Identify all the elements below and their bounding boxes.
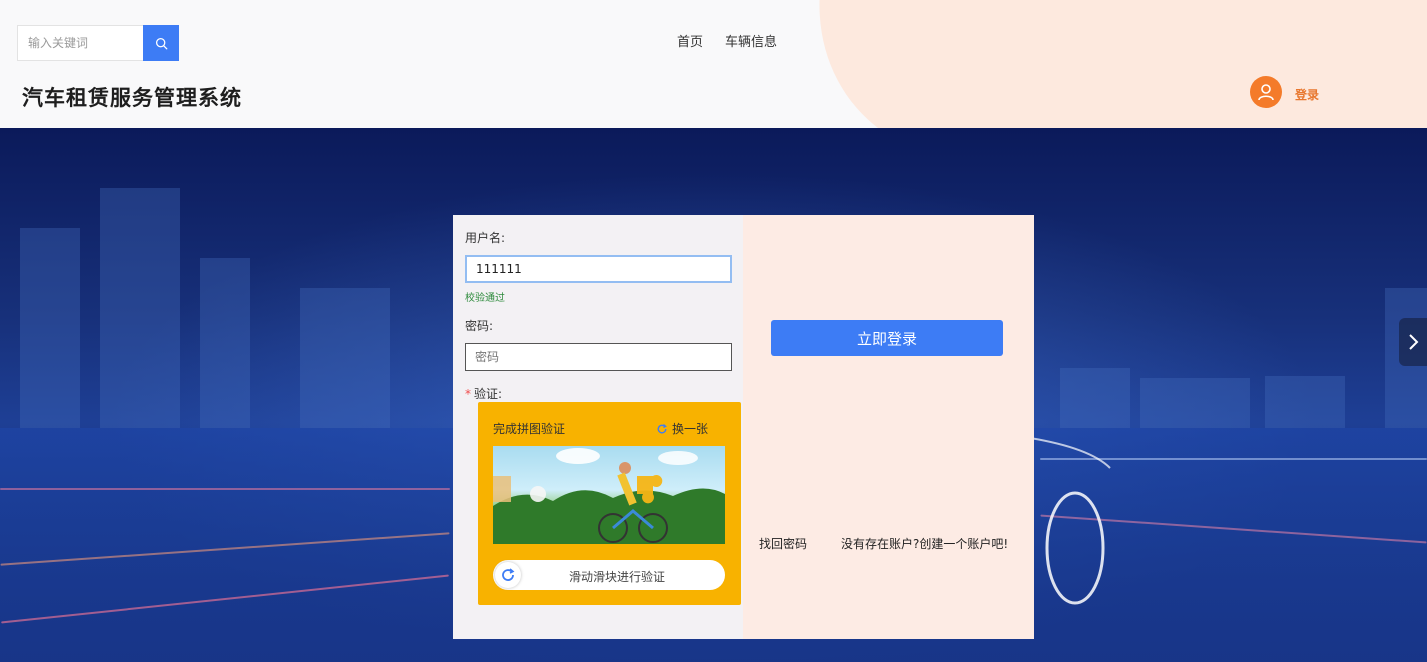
header: 首页 车辆信息 汽车租赁服务管理系统 登录 (0, 0, 1427, 128)
search-button[interactable] (143, 25, 179, 61)
username-field[interactable] (465, 255, 732, 283)
password-label: 密码: (465, 319, 494, 333)
chevron-right-icon (1409, 334, 1419, 350)
captcha-label: * 验证: (465, 387, 503, 401)
search-box (17, 25, 179, 61)
slider-instruction: 滑动滑块进行验证 (568, 570, 665, 584)
captcha-slider[interactable]: 滑动滑块进行验证 (493, 560, 725, 590)
login-form: 用户名: 校验通过 密码: *验证: 完成拼图验证 换一张 (453, 215, 743, 639)
header-decoration (795, 0, 1427, 128)
username-valid-hint: 校验通过 (465, 293, 505, 304)
nav-item-home[interactable]: 首页 (677, 31, 703, 50)
top-nav: 首页 车辆信息 (677, 31, 777, 50)
captcha-title: 完成拼图验证 (493, 422, 566, 436)
search-icon (155, 37, 167, 49)
captcha-image (493, 446, 725, 544)
banner-next-button[interactable] (1399, 318, 1427, 366)
login-submit-button[interactable]: 立即登录 (771, 320, 1003, 356)
login-actions: 立即登录 找回密码 没有存在账户?创建一个账户吧! (743, 215, 1034, 639)
captcha-widget: 完成拼图验证 换一张 滑动滑块进行验证 (478, 402, 741, 605)
captcha-refresh-button[interactable]: 换一张 (656, 420, 708, 437)
login-panel: 用户名: 校验通过 密码: *验证: 完成拼图验证 换一张 (453, 215, 1034, 639)
car-headlight-decoration (1030, 437, 1111, 605)
site-title: 汽车租赁服务管理系统 (22, 86, 242, 110)
avatar[interactable] (1250, 76, 1282, 108)
user-avatar-icon (1258, 84, 1274, 101)
search-input[interactable] (17, 25, 143, 61)
refresh-icon (657, 423, 667, 433)
register-link[interactable]: 没有存在账户?创建一个账户吧! (841, 535, 1008, 552)
password-field[interactable] (465, 343, 732, 371)
forgot-password-link[interactable]: 找回密码 (759, 535, 807, 552)
header-login-link[interactable]: 登录 (1295, 86, 1319, 103)
nav-item-vehicles[interactable]: 车辆信息 (725, 31, 777, 50)
username-label: 用户名: (465, 231, 506, 245)
